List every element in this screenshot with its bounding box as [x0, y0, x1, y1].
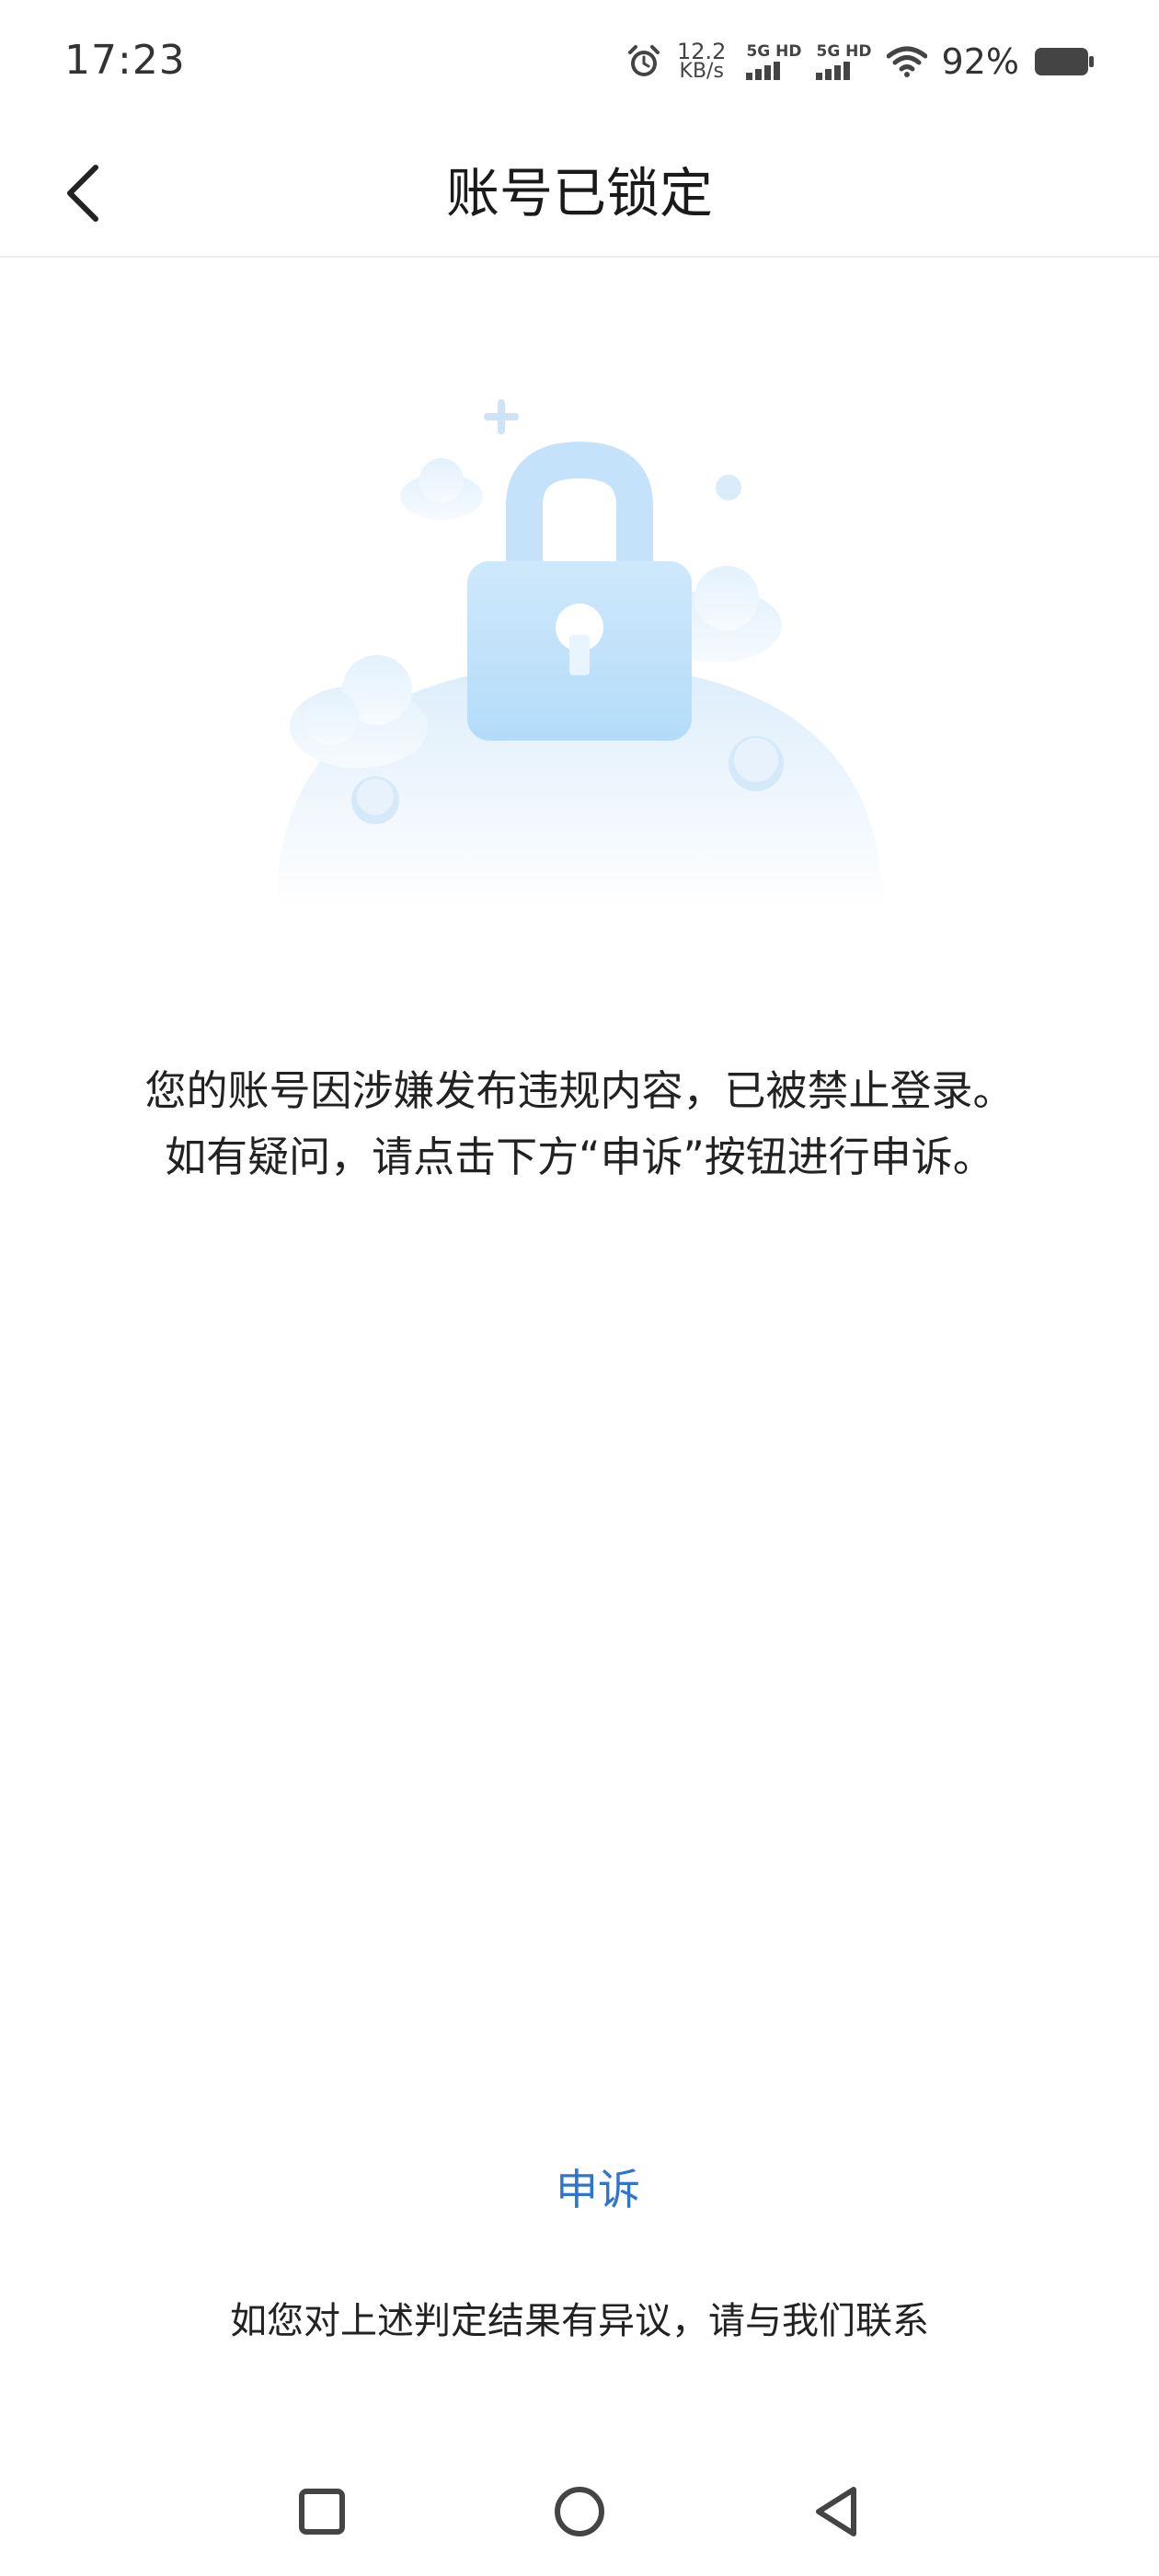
footer-note: 如您对上述判定结果有异议，请与我们联系: [230, 2300, 929, 2342]
home-icon: [555, 2487, 604, 2536]
nav-back-button[interactable]: [800, 2475, 874, 2548]
network-speed-unit: KB/s: [679, 60, 724, 83]
battery-icon: [1034, 46, 1095, 77]
header: 账号已锁定: [0, 129, 1159, 258]
lock-illustration: [258, 377, 901, 929]
home-button[interactable]: [543, 2475, 616, 2548]
status-time: 17:23: [64, 37, 186, 84]
status-icons: 12.2 KB/s 5G HD 5G HD 92%: [625, 39, 1095, 85]
system-nav-bar: [0, 2447, 1159, 2576]
alarm-icon: [625, 43, 662, 80]
recent-apps-icon: [299, 2489, 345, 2535]
page-title: 账号已锁定: [445, 162, 713, 224]
battery-percent: 92%: [941, 41, 1019, 82]
sim1-label: 5G HD: [746, 42, 802, 61]
sim2-signal: 5G HD: [816, 42, 872, 80]
message-line-1: 您的账号因涉嫌发布违规内容，已被禁止登录。: [144, 1066, 1015, 1115]
network-speed-value: 12.2: [677, 39, 727, 64]
status-bar: 17:23 12.2 KB/s 5G HD 5G HD 92%: [0, 0, 1159, 129]
back-triangle-icon: [816, 2487, 856, 2536]
sim1-signal: 5G HD: [746, 43, 801, 80]
lock-message: 您的账号因涉嫌发布违规内容，已被禁止登录。 如有疑问，请点击下方“申诉”按钮进行…: [55, 1058, 1104, 1190]
recent-apps-button[interactable]: [285, 2475, 359, 2548]
signal-bars-icon: [746, 62, 781, 80]
sim2-label: 5G HD: [816, 42, 872, 61]
wifi-icon: [886, 45, 927, 78]
message-line-2: 如有疑问，请点击下方“申诉”按钮进行申诉。: [165, 1133, 994, 1181]
signal-bars-icon: [816, 62, 851, 80]
appeal-button[interactable]: 申诉: [488, 2153, 708, 2226]
network-speed: 12.2 KB/s: [677, 39, 727, 83]
screen: 17:23 12.2 KB/s 5G HD 5G HD 92% 账号已锁定 您的…: [0, 0, 1159, 2576]
